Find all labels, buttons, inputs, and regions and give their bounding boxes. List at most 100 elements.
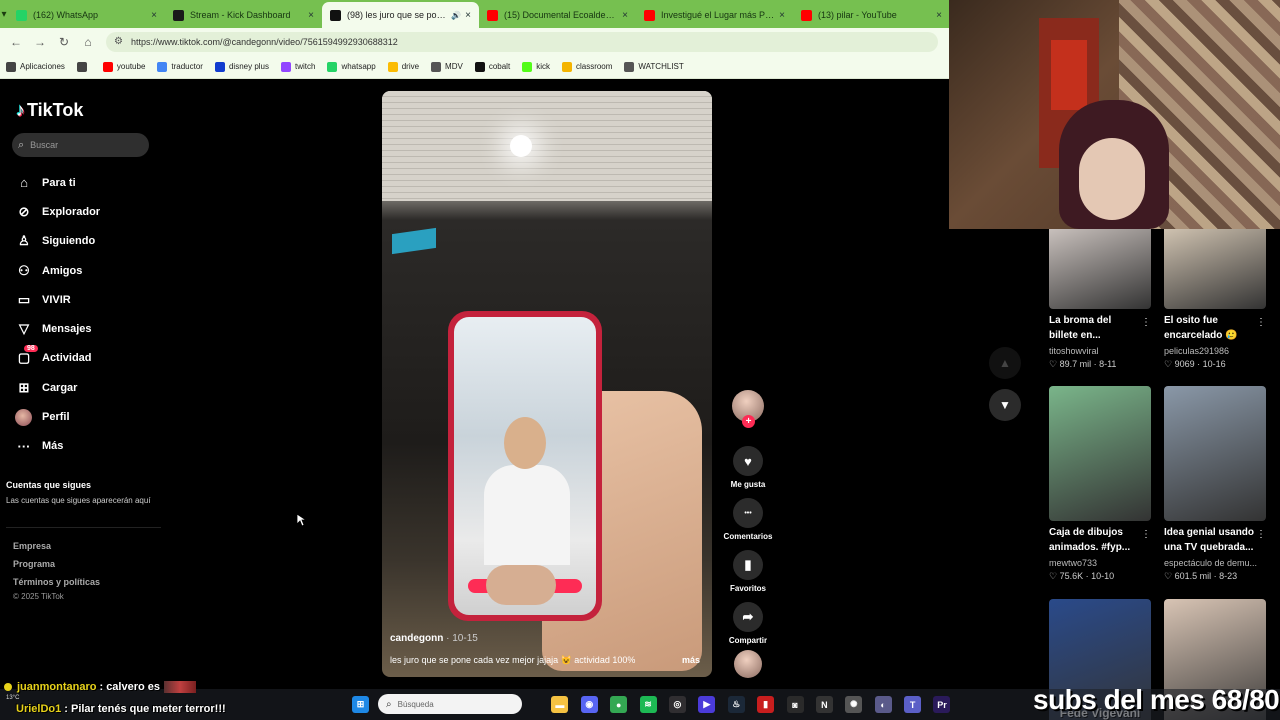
card-author[interactable]: titoshowviral [1049,346,1151,356]
tiktok-logo[interactable]: ♪ TikTok [16,100,83,121]
video-thumbnail[interactable] [1049,229,1151,309]
teams-icon[interactable]: T [904,696,922,713]
back-icon[interactable]: ← [4,35,28,49]
notion-icon[interactable]: N [815,696,833,713]
bookmark-item[interactable]: cobalt [474,61,510,72]
bookmark-item[interactable]: twitch [281,61,315,72]
close-tab-icon[interactable]: × [465,10,471,21]
search-input[interactable] [30,140,131,150]
video-author[interactable]: candegonn [390,633,443,644]
video-caption: les juro que se pone cada vez mejor jaja… [390,655,636,665]
next-video-button[interactable]: ▼ [989,389,1021,421]
follow-plus-icon[interactable]: + [742,415,755,428]
voicemod-icon[interactable]: ◐ [874,696,892,713]
kick-launcher-icon[interactable]: ▶ [698,696,716,713]
recommended-video-card[interactable]: La broma del billete en... ⋮ titoshowviral… [1049,229,1151,370]
comentarios-button[interactable]: ••• Comentarios [722,498,774,541]
browser-tab[interactable]: (15) Documental Ecoaldea Velo...× [479,2,636,28]
premiere-icon[interactable]: Pr [933,696,951,713]
recommended-video-card[interactable]: El osito fue encarcelado 🥲 ⋮ peliculas2919… [1164,229,1266,370]
discord-icon[interactable]: ◉ [580,696,598,713]
home-button-icon[interactable]: ⌂ [76,35,100,49]
more-options-icon[interactable]: ⋮ [1141,529,1151,540]
bookmark-item[interactable]: whatsapp [327,61,376,72]
sidebar-item-perfil[interactable]: Perfil [14,402,164,431]
address-bar[interactable]: ⚙ https://www.tiktok.com/@candegonn/vide… [106,31,938,52]
sidebar-item-parati[interactable]: ⌂ Para ti [14,168,164,197]
speaker-icon[interactable]: 🔊 [451,11,461,20]
video-player[interactable]: candegonn · 10-15 les juro que se pone c… [382,91,712,677]
card-author[interactable]: mewtwo733 [1049,558,1151,568]
megusta-button[interactable]: ♥ Me gusta [722,446,774,489]
tab-search-icon[interactable]: ▾ [0,0,8,28]
bookmark-label: traductor [171,62,203,71]
video-thumbnail[interactable] [1164,229,1266,309]
site-info-icon[interactable]: ⚙ [114,36,123,47]
bookmark-item[interactable] [76,61,91,72]
more-options-icon[interactable]: ⋮ [1141,317,1151,328]
bookmark-item[interactable]: classroom [561,61,612,72]
taskbar-search[interactable]: ⌕ Búsqueda [378,694,522,714]
chrome-icon[interactable]: ● [610,696,628,713]
webcam-streamer-face [1079,138,1145,220]
bookmark-item[interactable]: youtube [102,61,145,72]
sidebar-item-siguiendo[interactable]: ♙ Siguiendo [14,227,164,256]
bookmark-item[interactable]: kick [522,61,550,72]
more-options-icon[interactable]: ⋮ [1256,317,1266,328]
bookmarks-bar: Aplicaciones youtube traductor disney plus t… [0,55,950,79]
sidebar-item-ms[interactable]: ··· Más [14,432,164,461]
creator-avatar-button[interactable]: + [722,390,774,428]
favoritos-button[interactable]: ▮ Favoritos [722,550,774,593]
recommended-video-card[interactable]: Idea genial usando una TV quebrada... ⋮ es… [1164,386,1266,582]
bookmark-item[interactable]: traductor [157,61,203,72]
sidebar-item-amigos[interactable]: ⚇ Amigos [14,256,164,285]
close-tab-icon[interactable]: × [936,10,942,21]
footer-link-programa[interactable]: Programa [13,559,55,569]
spotify-icon[interactable]: ≋ [639,696,657,713]
close-tab-icon[interactable]: × [622,10,628,21]
bookmark-item[interactable]: drive [387,61,419,72]
sound-disc-button[interactable] [722,650,774,678]
previous-video-button[interactable]: ▲ [989,347,1021,379]
bookmark-label: Aplicaciones [20,62,65,71]
bookmark-label: MDV [445,62,463,71]
close-tab-icon[interactable]: × [151,10,157,21]
browser-tab[interactable]: (98) les juro que se pone c...🔊 × [322,2,479,28]
forward-icon[interactable]: → [28,35,52,49]
obs-icon[interactable]: ◎ [668,696,686,713]
bookmark-item[interactable]: Aplicaciones [6,61,65,72]
browser-tab[interactable]: (162) WhatsApp × [8,2,165,28]
card-title: La broma del billete en... [1049,315,1112,341]
chatgpt-icon[interactable]: ✺ [845,696,863,713]
browser-tab[interactable]: Investigué el Lugar más Paran... × [636,2,793,28]
windows-start-icon[interactable]: ⊞ [352,696,369,713]
caption-more-button[interactable]: más [682,655,700,665]
rockstar-icon[interactable]: ▮ [757,696,775,713]
sidebar-item-actividad[interactable]: ▢ 98 Actividad [14,344,164,373]
steam-icon[interactable]: ♨ [727,696,745,713]
bookmark-item[interactable]: WATCHLIST [624,61,684,72]
recommended-video-card[interactable]: Caja de dibujos animados. #fyp... ⋮ mewtwo… [1049,386,1151,582]
footer-link-terminos[interactable]: Términos y políticas [13,577,100,587]
sidebar-item-mensajes[interactable]: ▽ Mensajes [14,314,164,343]
footer-link-empresa[interactable]: Empresa [13,541,51,551]
explorer-icon[interactable]: ▬ [551,696,569,713]
card-author[interactable]: espectáculo de demu... [1164,558,1266,568]
browser-tab[interactable]: (13) pilar - YouTube × [793,2,950,28]
bookmark-item[interactable]: disney plus [214,61,269,72]
close-tab-icon[interactable]: × [779,10,785,21]
video-thumbnail[interactable] [1049,386,1151,521]
browser-tab[interactable]: Stream - Kick Dashboard × [165,2,322,28]
compartir-button[interactable]: ➦ Compartir [722,602,774,645]
close-tab-icon[interactable]: × [308,10,314,21]
sidebar-item-cargar[interactable]: ⊞ Cargar [14,373,164,402]
epic-icon[interactable]: ◙ [786,696,804,713]
card-author[interactable]: peliculas291986 [1164,346,1266,356]
reload-icon[interactable]: ↻ [52,35,76,49]
bookmark-item[interactable]: MDV [431,61,463,72]
more-options-icon[interactable]: ⋮ [1256,529,1266,540]
sidebar-item-explorador[interactable]: ⊘ Explorador [14,197,164,226]
search-box[interactable]: ⌕ [12,133,149,157]
video-thumbnail[interactable] [1164,386,1266,521]
sidebar-item-vivir[interactable]: ▭ VIVIR [14,285,164,314]
